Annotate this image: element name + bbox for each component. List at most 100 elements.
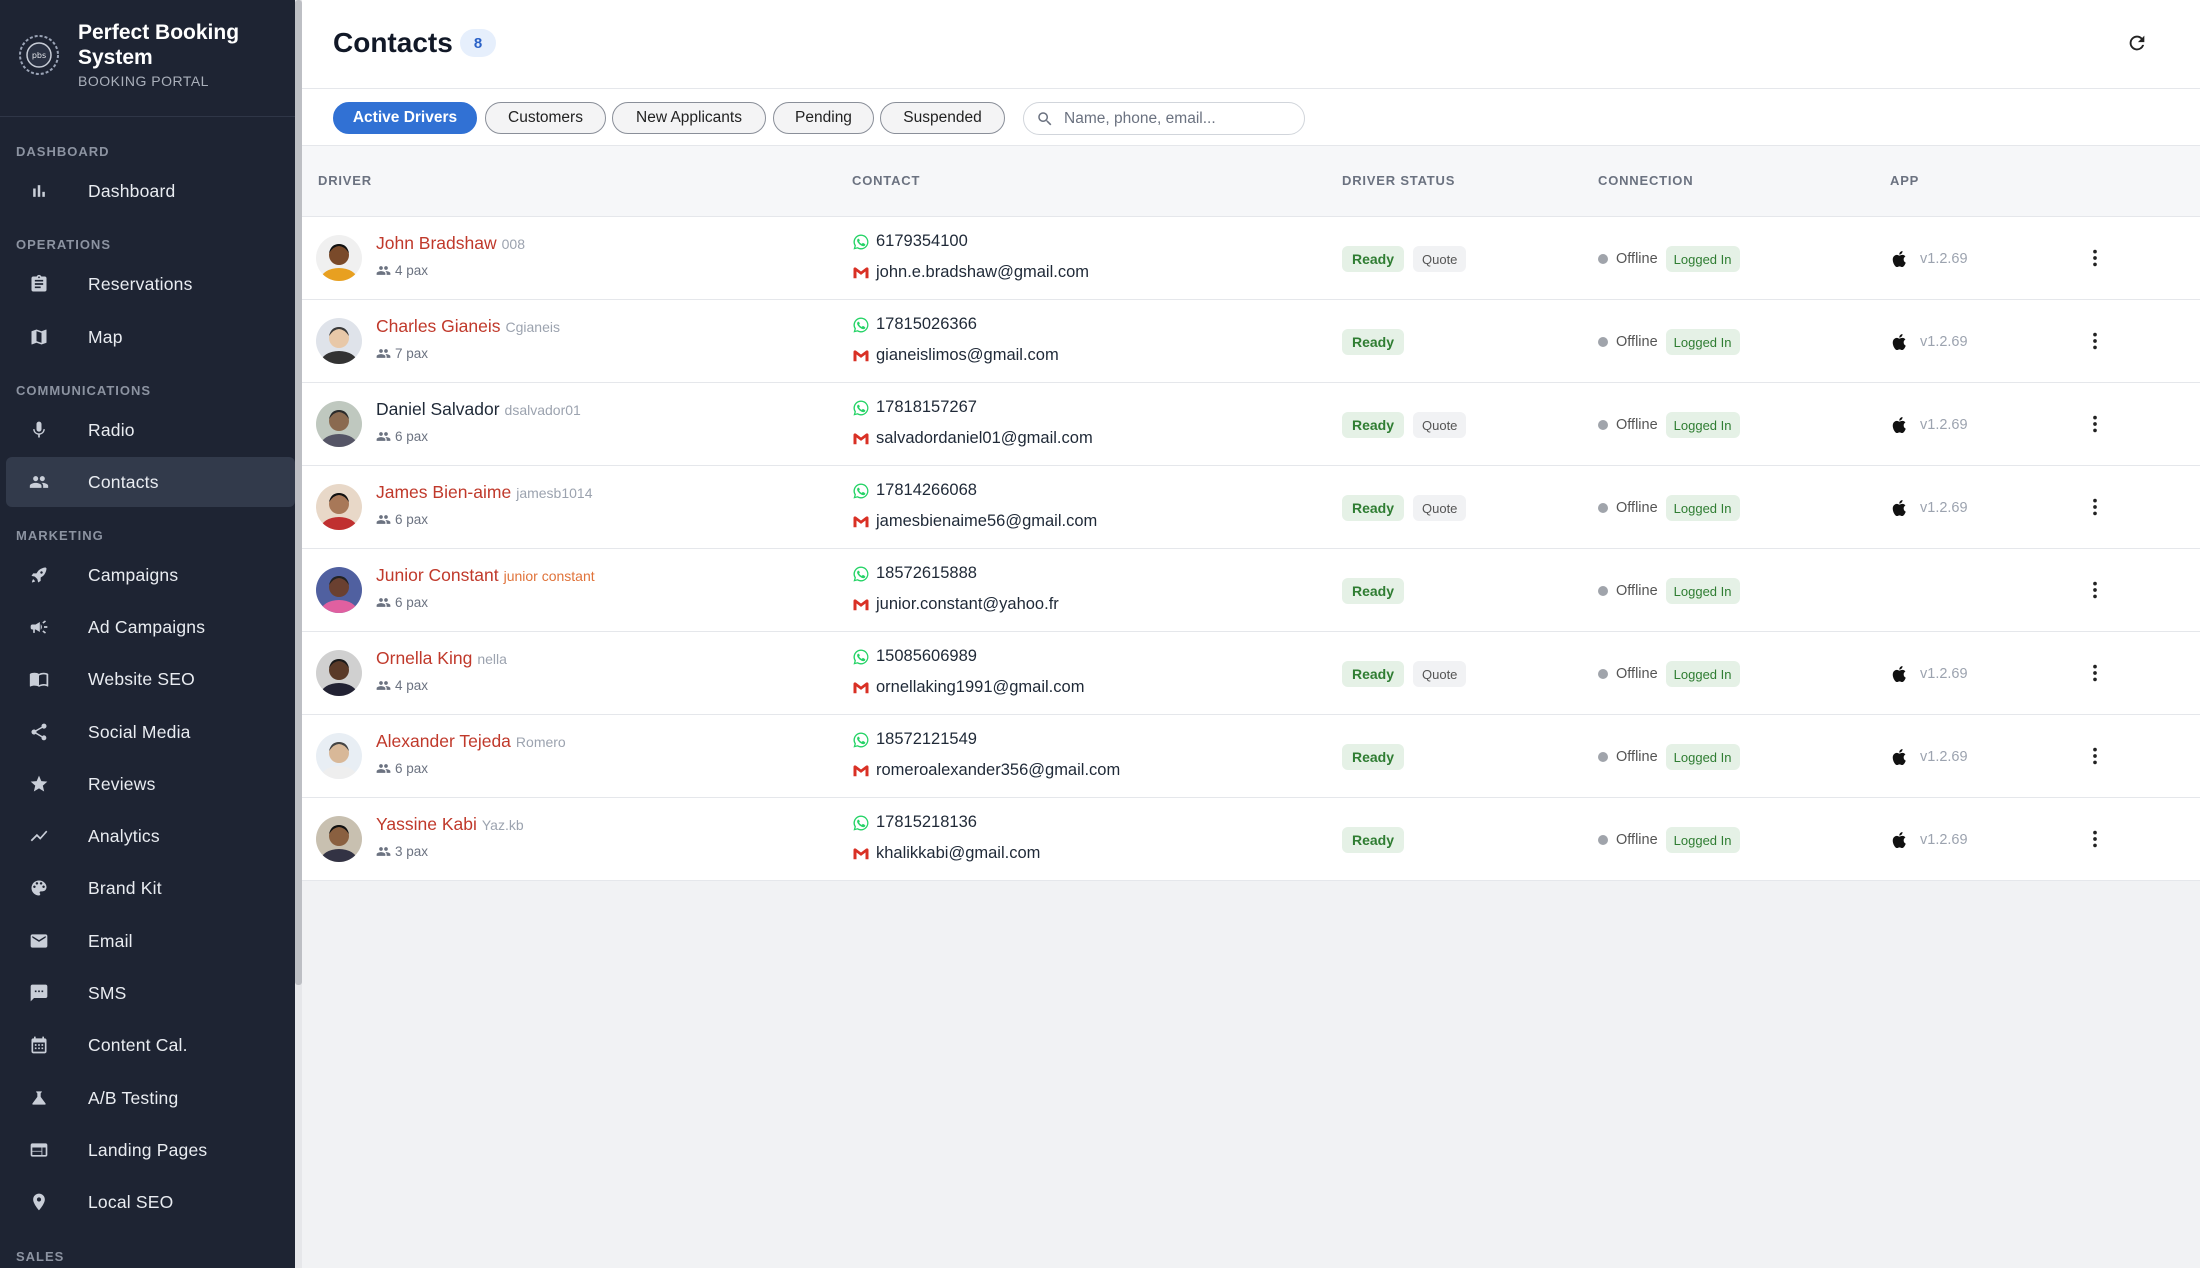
avatar[interactable] xyxy=(316,733,362,779)
sidebar-item-contacts[interactable]: Contacts xyxy=(6,457,295,507)
column-header-contact[interactable]: CONTACT xyxy=(852,173,920,188)
people-icon xyxy=(376,764,391,773)
phone-link[interactable]: 17815218136 xyxy=(852,813,977,832)
phone-link[interactable]: 6179354100 xyxy=(852,232,968,251)
sidebar-item-sms[interactable]: SMS xyxy=(6,968,295,1018)
avatar[interactable] xyxy=(316,235,362,281)
row-menu-button[interactable] xyxy=(2080,575,2110,605)
driver-name[interactable]: Alexander Tejeda Romero xyxy=(376,731,566,752)
column-header-driver[interactable]: DRIVER xyxy=(318,173,372,188)
table-row[interactable]: Junior Constant junior constant 6 pax 185… xyxy=(302,549,2200,632)
email-link[interactable]: john.e.bradshaw@gmail.com xyxy=(852,263,1089,282)
status-badge: Ready xyxy=(1342,578,1405,604)
email-link[interactable]: ornellaking1991@gmail.com xyxy=(852,678,1084,697)
phone-link[interactable]: 17814266068 xyxy=(852,481,977,500)
sidebar-item-dashboard[interactable]: Dashboard xyxy=(6,166,295,216)
version-text: v1.2.69 xyxy=(1920,749,1968,765)
driver-name[interactable]: Junior Constant junior constant xyxy=(376,565,595,586)
phone-link[interactable]: 15085606989 xyxy=(852,647,977,666)
column-header-driver-status[interactable]: DRIVER STATUS xyxy=(1342,173,1455,188)
phone-link[interactable]: 17815026366 xyxy=(852,315,977,334)
sidebar-item-landing-pages[interactable]: Landing Pages xyxy=(6,1125,295,1175)
table-row[interactable]: Alexander Tejeda Romero 6 pax 18572121549… xyxy=(302,715,2200,798)
driver-handle: Romero xyxy=(515,734,566,750)
gmail-icon xyxy=(853,847,869,859)
sidebar-item-reservations[interactable]: Reservations xyxy=(6,259,295,309)
driver-name[interactable]: Ornella King nella xyxy=(376,648,507,669)
row-menu-button[interactable] xyxy=(2080,409,2110,439)
email-link[interactable]: gianeislimos@gmail.com xyxy=(852,346,1059,365)
driver-name-text: Charles Gianeis xyxy=(376,316,501,336)
flask-icon xyxy=(28,1087,50,1109)
avatar[interactable] xyxy=(316,484,362,530)
whatsapp-icon xyxy=(853,649,869,664)
row-menu-button[interactable] xyxy=(2080,243,2110,273)
sidebar-item-ad-campaigns[interactable]: Ad Campaigns xyxy=(6,602,295,652)
row-menu-button[interactable] xyxy=(2080,658,2110,688)
table-row[interactable]: Daniel Salvador dsalvador01 6 pax 1781815… xyxy=(302,383,2200,466)
row-menu-button[interactable] xyxy=(2080,741,2110,771)
filter-active-drivers[interactable]: Active Drivers xyxy=(333,102,477,134)
email-link[interactable]: salvadordaniel01@gmail.com xyxy=(852,429,1093,448)
page-title: Contacts xyxy=(333,27,453,58)
table-row[interactable]: Charles Gianeis Cgianeis 7 pax 1781502636… xyxy=(302,300,2200,383)
row-menu-button[interactable] xyxy=(2080,326,2110,356)
sidebar-item-map[interactable]: Map xyxy=(6,312,295,362)
table-row[interactable]: Ornella King nella 4 pax 15085606989 orne… xyxy=(302,632,2200,715)
sidebar-item-radio[interactable]: Radio xyxy=(6,405,295,455)
driver-name[interactable]: Charles Gianeis Cgianeis xyxy=(376,316,560,337)
avatar[interactable] xyxy=(316,401,362,447)
avatar[interactable] xyxy=(316,650,362,696)
table-row[interactable]: John Bradshaw 008 4 pax 6179354100 john.e… xyxy=(302,217,2200,300)
sidebar-scrollbar[interactable] xyxy=(295,0,302,985)
sidebar-item-website-seo[interactable]: Website SEO xyxy=(6,654,295,704)
row-menu-button[interactable] xyxy=(2080,492,2110,522)
more-vert-icon xyxy=(2093,830,2097,848)
sidebar-item-email[interactable]: Email xyxy=(6,916,295,966)
avatar[interactable] xyxy=(316,318,362,364)
avatar[interactable] xyxy=(316,567,362,613)
phone-link[interactable]: 17818157267 xyxy=(852,398,977,417)
sidebar-item-reviews[interactable]: Reviews xyxy=(6,759,295,809)
login-badge: Logged In xyxy=(1665,495,1740,521)
email-link[interactable]: romeroalexander356@gmail.com xyxy=(852,761,1120,780)
brand[interactable]: pbs Perfect Booking System BOOKING PORTA… xyxy=(18,20,278,100)
sidebar-item-analytics[interactable]: Analytics xyxy=(6,811,295,861)
phone-link[interactable]: 18572615888 xyxy=(852,564,977,583)
phone-number: 18572121549 xyxy=(876,730,977,748)
filter-new-applicants[interactable]: New Applicants xyxy=(612,102,766,134)
column-header-app[interactable]: APP xyxy=(1890,173,1919,188)
table-row[interactable]: James Bien-aime jamesb1014 6 pax 17814266… xyxy=(302,466,2200,549)
sidebar-item-brand-kit[interactable]: Brand Kit xyxy=(6,863,295,913)
location-pin-icon xyxy=(28,1191,50,1213)
sidebar-item-content-cal[interactable]: Content Cal. xyxy=(6,1020,295,1070)
driver-name[interactable]: James Bien-aime jamesb1014 xyxy=(376,482,592,503)
phone-link[interactable]: 18572121549 xyxy=(852,730,977,749)
email-link[interactable]: junior.constant@yahoo.fr xyxy=(852,595,1059,614)
people-icon xyxy=(376,515,391,524)
email-link[interactable]: khalikkabi@gmail.com xyxy=(852,844,1040,863)
pax-capacity: 6 pax xyxy=(376,595,428,610)
refresh-button[interactable] xyxy=(2124,30,2150,56)
sidebar-item-local-seo[interactable]: Local SEO xyxy=(6,1177,295,1227)
filter-suspended[interactable]: Suspended xyxy=(880,102,1005,134)
filter-customers[interactable]: Customers xyxy=(485,102,606,134)
search-input[interactable] xyxy=(1064,109,1294,128)
driver-name[interactable]: Yassine Kabi Yaz.kb xyxy=(376,814,524,835)
avatar[interactable] xyxy=(316,816,362,862)
row-menu-button[interactable] xyxy=(2080,824,2110,854)
apple-icon xyxy=(1892,251,1906,268)
more-vert-icon xyxy=(2093,664,2097,682)
filter-pending[interactable]: Pending xyxy=(773,102,874,134)
offline-dot xyxy=(1598,835,1608,845)
email-link[interactable]: jamesbienaime56@gmail.com xyxy=(852,512,1097,531)
driver-name[interactable]: John Bradshaw 008 xyxy=(376,233,525,254)
sidebar-item-campaigns[interactable]: Campaigns xyxy=(6,550,295,600)
sidebar-item-label: Reviews xyxy=(88,773,156,794)
column-header-connection[interactable]: CONNECTION xyxy=(1598,173,1693,188)
sidebar-item-ab-testing[interactable]: A/B Testing xyxy=(6,1073,295,1123)
status-badge: Ready xyxy=(1342,661,1405,687)
driver-name[interactable]: Daniel Salvador dsalvador01 xyxy=(376,399,581,420)
table-row[interactable]: Yassine Kabi Yaz.kb 3 pax 17815218136 kha… xyxy=(302,798,2200,881)
sidebar-item-social-media[interactable]: Social Media xyxy=(6,707,295,757)
